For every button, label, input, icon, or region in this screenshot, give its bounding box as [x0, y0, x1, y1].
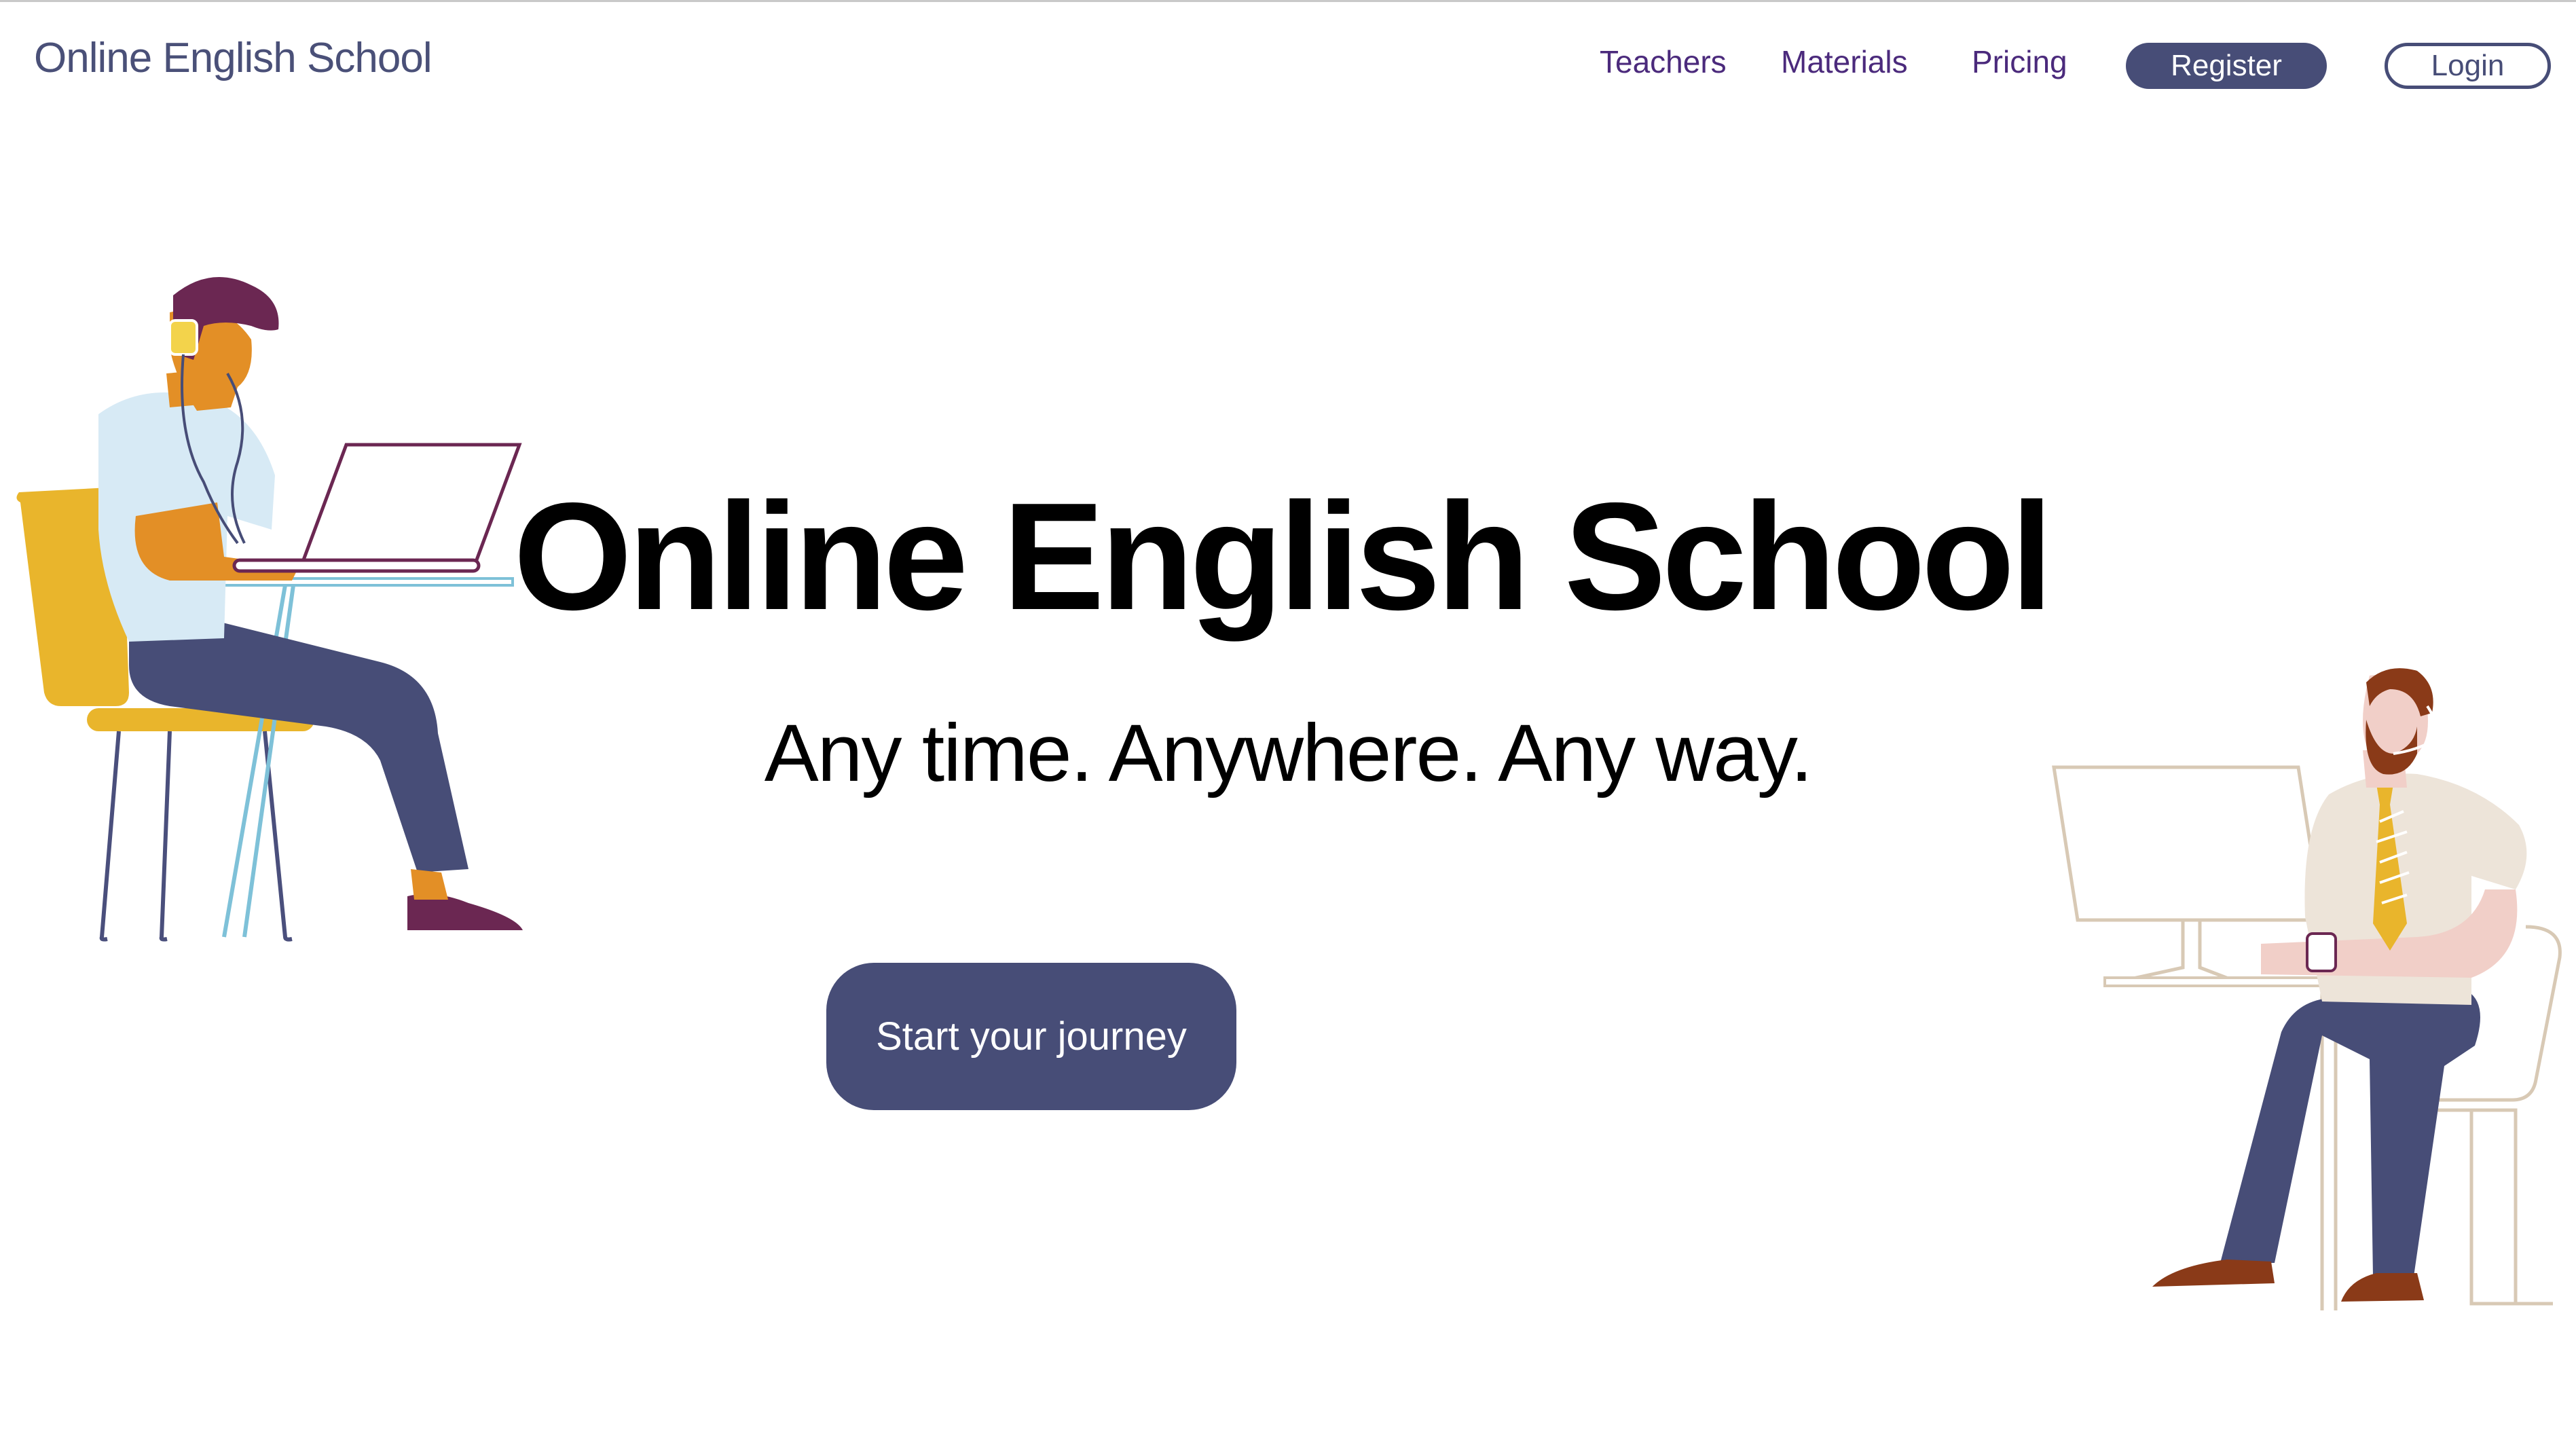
chair-legs — [99, 731, 293, 942]
headphone-icon — [168, 319, 198, 356]
start-journey-button[interactable]: Start your journey — [826, 963, 1236, 1110]
shoe-left — [2152, 1260, 2275, 1287]
pants — [129, 618, 468, 872]
mug-icon — [2306, 932, 2337, 972]
hero-title-text: Online English School — [513, 471, 2053, 642]
laptop-screen — [299, 443, 522, 566]
nav-link-pricing[interactable]: Pricing — [1972, 43, 2067, 80]
pants — [2220, 990, 2480, 1276]
shoe-right — [2341, 1273, 2424, 1302]
student-with-laptop-illustration — [16, 277, 523, 942]
site-logo[interactable]: Online English School — [34, 34, 433, 82]
teacher-at-computer-illustration — [2052, 668, 2562, 1310]
nav-link-teachers[interactable]: Teachers — [1600, 43, 1727, 80]
login-button[interactable]: Login — [2385, 43, 2551, 89]
laptop-base — [232, 558, 481, 573]
register-button[interactable]: Register — [2126, 43, 2327, 89]
nav-link-materials[interactable]: Materials — [1781, 43, 1908, 80]
top-divider — [0, 0, 2576, 2]
